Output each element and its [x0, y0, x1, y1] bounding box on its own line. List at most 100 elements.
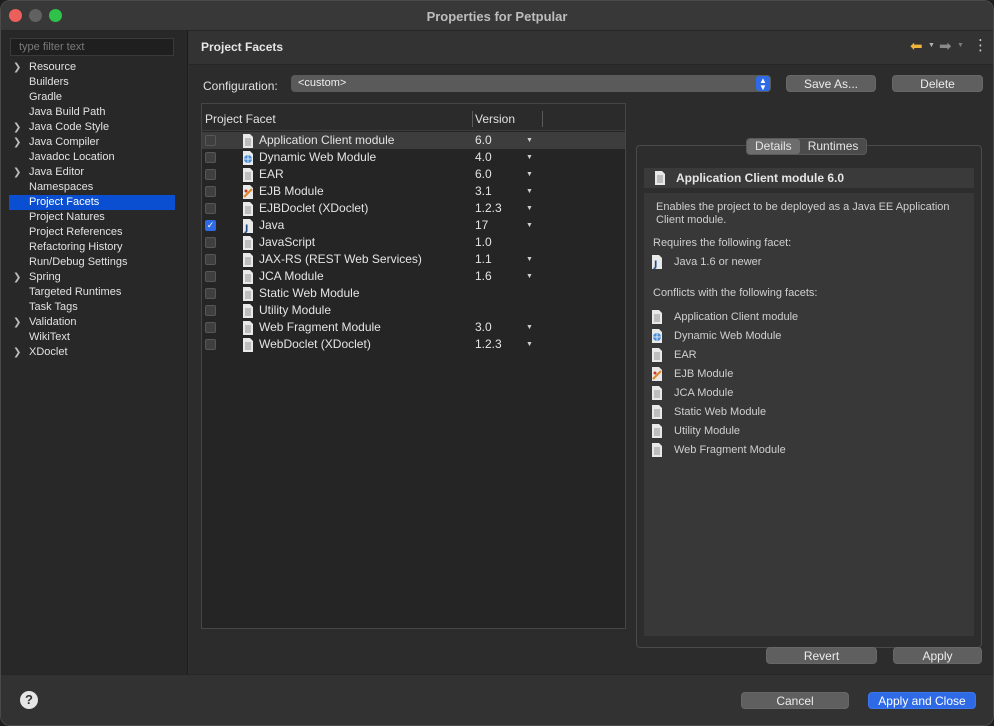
version-dropdown-icon[interactable]: ▼: [526, 183, 533, 200]
tree-item-javadoc-location[interactable]: Javadoc Location: [9, 150, 175, 165]
facet-version[interactable]: 17: [475, 217, 488, 234]
tree-item-targeted-runtimes[interactable]: Targeted Runtimes: [9, 285, 175, 300]
facet-version[interactable]: 4.0: [475, 149, 492, 166]
chevron-right-icon[interactable]: ❯: [13, 345, 21, 360]
tree-item-validation[interactable]: ❯ Validation: [9, 315, 175, 330]
facet-checkbox[interactable]: [205, 186, 216, 197]
version-dropdown-icon[interactable]: ▼: [526, 166, 533, 183]
facet-row[interactable]: Dynamic Web Module 4.0 ▼: [202, 149, 625, 166]
tab-runtimes[interactable]: Runtimes: [800, 139, 867, 154]
column-version[interactable]: Version: [475, 112, 515, 126]
facet-row[interactable]: EAR 6.0 ▼: [202, 166, 625, 183]
facet-row[interactable]: Utility Module: [202, 302, 625, 319]
facet-checkbox[interactable]: [205, 339, 216, 350]
version-dropdown-icon[interactable]: ▼: [526, 132, 533, 149]
tree-item-java-code-style[interactable]: ❯ Java Code Style: [9, 120, 175, 135]
back-dropdown-icon[interactable]: ▼: [928, 42, 935, 49]
version-dropdown-icon[interactable]: ▼: [526, 336, 533, 353]
facet-row[interactable]: EJB Module 3.1 ▼: [202, 183, 625, 200]
tree-item-wikitext[interactable]: WikiText: [9, 330, 175, 345]
tree-item-project-facets[interactable]: Project Facets: [9, 195, 175, 210]
tree-item-label: Builders: [29, 76, 69, 88]
version-dropdown-icon[interactable]: ▼: [526, 217, 533, 234]
tree-item-java-editor[interactable]: ❯ Java Editor: [9, 165, 175, 180]
version-dropdown-icon[interactable]: ▼: [526, 319, 533, 336]
facet-checkbox[interactable]: [205, 152, 216, 163]
facet-version[interactable]: 1.6: [475, 268, 492, 285]
facet-checkbox[interactable]: [205, 203, 216, 214]
facet-row[interactable]: Application Client module 6.0 ▼: [202, 132, 625, 149]
chevron-right-icon[interactable]: ❯: [13, 315, 21, 330]
conflicting-facet: Dynamic Web Module: [652, 329, 781, 343]
chevron-right-icon[interactable]: ❯: [13, 270, 21, 285]
back-arrow-icon[interactable]: ⬅: [910, 37, 923, 55]
facet-checkbox[interactable]: [205, 305, 216, 316]
java-icon: J: [651, 255, 663, 270]
facet-checkbox[interactable]: [205, 288, 216, 299]
version-dropdown-icon[interactable]: ▼: [526, 149, 533, 166]
facet-checkbox[interactable]: ✓: [205, 220, 216, 231]
facet-version[interactable]: 3.1: [475, 183, 492, 200]
help-icon[interactable]: ?: [20, 691, 38, 709]
tree-item-java-build-path[interactable]: Java Build Path: [9, 105, 175, 120]
property-tree: ❯ Resource Builders Gradle Java Build Path ❯ J…: [9, 60, 175, 360]
tree-item-java-compiler[interactable]: ❯ Java Compiler: [9, 135, 175, 150]
facet-row[interactable]: JCA Module 1.6 ▼: [202, 268, 625, 285]
tab-details[interactable]: Details: [747, 139, 800, 154]
facet-table: Project Facet Version Application Client…: [201, 103, 626, 629]
tree-item-project-references[interactable]: Project References: [9, 225, 175, 240]
facet-version[interactable]: 1.2.3: [475, 336, 502, 353]
facet-row[interactable]: JavaScript 1.0: [202, 234, 625, 251]
tree-item-xdoclet[interactable]: ❯ XDoclet: [9, 345, 175, 360]
version-dropdown-icon[interactable]: ▼: [526, 251, 533, 268]
tree-item-label: Resource: [29, 61, 77, 73]
facet-version[interactable]: 3.0: [475, 319, 492, 336]
chevron-right-icon[interactable]: ❯: [13, 135, 21, 150]
facet-version[interactable]: 1.2.3: [475, 200, 502, 217]
facet-row[interactable]: ✓ J Java 17 ▼: [202, 217, 625, 234]
facet-version[interactable]: 6.0: [475, 166, 492, 183]
forward-dropdown-icon[interactable]: ▼: [957, 42, 964, 49]
more-options-icon[interactable]: ⋮: [973, 36, 988, 54]
tree-item-resource[interactable]: ❯ Resource: [9, 60, 175, 75]
facet-name: Java: [259, 218, 285, 232]
delete-button[interactable]: Delete: [892, 75, 983, 92]
apply-button[interactable]: Apply: [893, 647, 982, 664]
facet-checkbox[interactable]: [205, 169, 216, 180]
tree-item-project-natures[interactable]: Project Natures: [9, 210, 175, 225]
tree-item-spring[interactable]: ❯ Spring: [9, 270, 175, 285]
chevron-right-icon[interactable]: ❯: [13, 120, 21, 135]
tree-item-task-tags[interactable]: Task Tags: [9, 300, 175, 315]
version-dropdown-icon[interactable]: ▼: [526, 268, 533, 285]
facet-checkbox[interactable]: [205, 237, 216, 248]
revert-button[interactable]: Revert: [766, 647, 877, 664]
apply-and-close-button[interactable]: Apply and Close: [868, 692, 976, 709]
facet-checkbox[interactable]: [205, 254, 216, 265]
tree-item-refactoring-history[interactable]: Refactoring History: [9, 240, 175, 255]
facet-row[interactable]: WebDoclet (XDoclet) 1.2.3 ▼: [202, 336, 625, 353]
facet-row[interactable]: EJBDoclet (XDoclet) 1.2.3 ▼: [202, 200, 625, 217]
facet-row[interactable]: JAX-RS (REST Web Services) 1.1 ▼: [202, 251, 625, 268]
column-project-facet[interactable]: Project Facet: [205, 112, 276, 126]
facet-checkbox[interactable]: [205, 271, 216, 282]
tree-item-run-debug-settings[interactable]: Run/Debug Settings: [9, 255, 175, 270]
chevron-right-icon[interactable]: ❯: [13, 60, 21, 75]
facet-checkbox[interactable]: [205, 322, 216, 333]
facet-row[interactable]: Static Web Module: [202, 285, 625, 302]
facet-version[interactable]: 1.0: [475, 234, 492, 251]
configuration-select[interactable]: <custom> ▲ ▼: [291, 75, 771, 92]
filter-input[interactable]: type filter text: [10, 38, 174, 56]
tree-item-builders[interactable]: Builders: [9, 75, 175, 90]
tree-item-namespaces[interactable]: Namespaces: [9, 180, 175, 195]
save-as-button[interactable]: Save As...: [786, 75, 876, 92]
version-dropdown-icon[interactable]: ▼: [526, 200, 533, 217]
facet-checkbox[interactable]: [205, 135, 216, 146]
tree-item-gradle[interactable]: Gradle: [9, 90, 175, 105]
facet-version[interactable]: 1.1: [475, 251, 492, 268]
forward-arrow-icon[interactable]: ➡: [939, 37, 952, 55]
facet-version[interactable]: 6.0: [475, 132, 492, 149]
doc-icon: [242, 253, 254, 267]
chevron-right-icon[interactable]: ❯: [13, 165, 21, 180]
cancel-button[interactable]: Cancel: [741, 692, 849, 709]
facet-row[interactable]: Web Fragment Module 3.0 ▼: [202, 319, 625, 336]
